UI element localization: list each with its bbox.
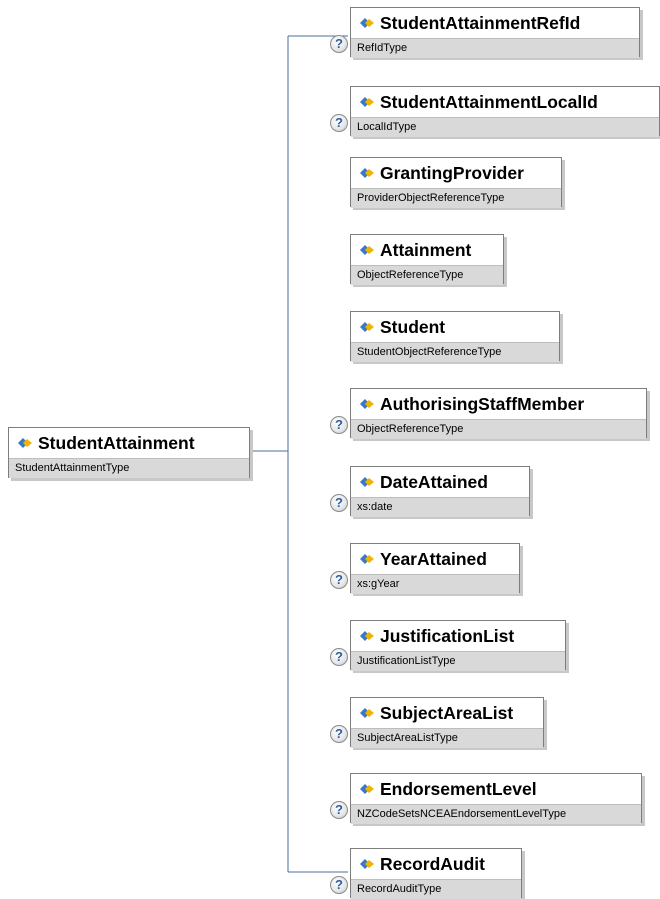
optional-help-icon[interactable]: ? xyxy=(330,114,348,132)
child-element-box[interactable]: EndorsementLevel NZCodeSetsNCEAEndorsemen… xyxy=(350,773,642,824)
child-element-name: DateAttained xyxy=(380,472,488,492)
child-element-box[interactable]: AuthorisingStaffMember ObjectReferenceTyp… xyxy=(350,388,647,439)
child-element-name: RecordAudit xyxy=(380,854,485,874)
child-element-type: JustificationListType xyxy=(351,651,565,671)
element-icon xyxy=(360,477,374,487)
optional-help-icon[interactable]: ? xyxy=(330,494,348,512)
child-element-name: GrantingProvider xyxy=(380,163,524,183)
child-element-type: xs:date xyxy=(351,497,529,517)
child-element-name: SubjectAreaList xyxy=(380,703,514,723)
element-icon xyxy=(360,708,374,718)
child-element-type: RecordAuditType xyxy=(351,879,521,899)
child-element-box[interactable]: StudentAttainmentLocalId LocalIdType xyxy=(350,86,660,137)
child-element-box[interactable]: GrantingProvider ProviderObjectReferenceT… xyxy=(350,157,562,208)
child-element-name-row: GrantingProvider xyxy=(351,158,561,188)
element-icon xyxy=(360,18,374,28)
element-icon xyxy=(360,245,374,255)
optional-help-icon[interactable]: ? xyxy=(330,648,348,666)
element-icon xyxy=(18,438,32,448)
child-element-type: SubjectAreaListType xyxy=(351,728,543,748)
child-element-name: StudentAttainmentLocalId xyxy=(380,92,598,112)
optional-help-icon[interactable]: ? xyxy=(330,725,348,743)
child-element-type: ObjectReferenceType xyxy=(351,419,646,439)
child-element-name-row: JustificationList xyxy=(351,621,565,651)
child-element-name: EndorsementLevel xyxy=(380,779,537,799)
child-element-box[interactable]: YearAttained xs:gYear xyxy=(350,543,520,594)
child-element-box[interactable]: JustificationList JustificationListType xyxy=(350,620,566,671)
element-icon xyxy=(360,859,374,869)
optional-help-icon[interactable]: ? xyxy=(330,876,348,894)
child-element-box[interactable]: Student StudentObjectReferenceType xyxy=(350,311,560,362)
optional-help-icon[interactable]: ? xyxy=(330,571,348,589)
element-icon xyxy=(360,168,374,178)
child-element-type: xs:gYear xyxy=(351,574,519,594)
child-element-name-row: AuthorisingStaffMember xyxy=(351,389,646,419)
root-element-name: StudentAttainment xyxy=(38,433,195,453)
child-element-name-row: StudentAttainmentLocalId xyxy=(351,87,659,117)
root-element-type: StudentAttainmentType xyxy=(9,458,249,478)
child-element-type: StudentObjectReferenceType xyxy=(351,342,559,362)
child-element-box[interactable]: StudentAttainmentRefId RefIdType xyxy=(350,7,640,58)
element-icon xyxy=(360,554,374,564)
child-element-name-row: Student xyxy=(351,312,559,342)
child-element-type: ProviderObjectReferenceType xyxy=(351,188,561,208)
root-element-name-row: StudentAttainment xyxy=(9,428,249,458)
element-icon xyxy=(360,784,374,794)
optional-help-icon[interactable]: ? xyxy=(330,35,348,53)
child-element-box[interactable]: SubjectAreaList SubjectAreaListType xyxy=(350,697,544,748)
child-element-name-row: DateAttained xyxy=(351,467,529,497)
child-element-name: AuthorisingStaffMember xyxy=(380,394,585,414)
root-element-box[interactable]: StudentAttainment StudentAttainmentType xyxy=(8,427,250,478)
optional-help-icon[interactable]: ? xyxy=(330,801,348,819)
child-element-name-row: Attainment xyxy=(351,235,503,265)
child-element-name: StudentAttainmentRefId xyxy=(380,13,581,33)
child-element-name: Attainment xyxy=(380,240,472,260)
child-element-name-row: RecordAudit xyxy=(351,849,521,879)
child-element-box[interactable]: DateAttained xs:date xyxy=(350,466,530,517)
child-element-type: LocalIdType xyxy=(351,117,659,137)
element-icon xyxy=(360,322,374,332)
optional-help-icon[interactable]: ? xyxy=(330,416,348,434)
child-element-name-row: StudentAttainmentRefId xyxy=(351,8,639,38)
child-element-name: JustificationList xyxy=(380,626,515,646)
child-element-name: Student xyxy=(380,317,446,337)
child-element-name-row: EndorsementLevel xyxy=(351,774,641,804)
child-element-box[interactable]: RecordAudit RecordAuditType xyxy=(350,848,522,899)
child-element-name-row: SubjectAreaList xyxy=(351,698,543,728)
child-element-type: RefIdType xyxy=(351,38,639,58)
child-element-type: ObjectReferenceType xyxy=(351,265,503,285)
child-element-type: NZCodeSetsNCEAEndorsementLevelType xyxy=(351,804,641,824)
child-element-name-row: YearAttained xyxy=(351,544,519,574)
child-element-box[interactable]: Attainment ObjectReferenceType xyxy=(350,234,504,285)
element-icon xyxy=(360,631,374,641)
child-element-name: YearAttained xyxy=(380,549,487,569)
element-icon xyxy=(360,399,374,409)
element-icon xyxy=(360,97,374,107)
